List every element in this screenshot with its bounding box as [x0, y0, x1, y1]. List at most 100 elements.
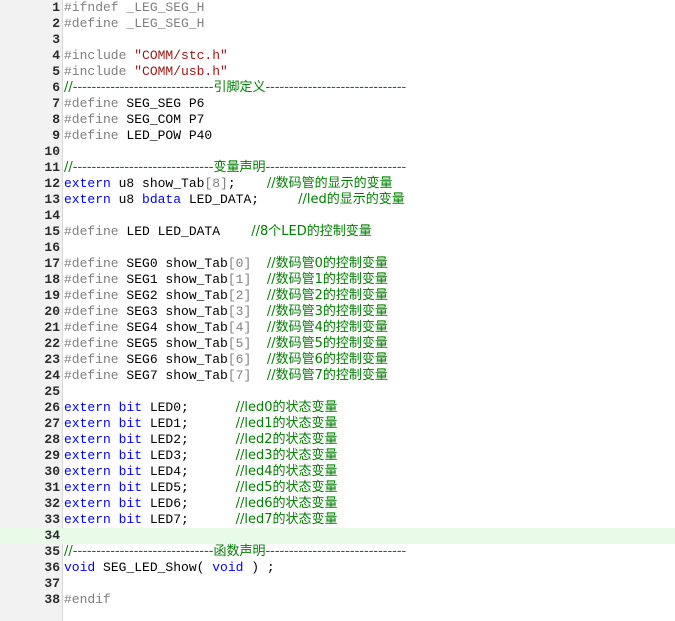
code-text[interactable]: #define SEG7 show_Tab[7] //数码管7的控制变量 [64, 368, 388, 384]
code-line[interactable]: 19 #define SEG2 show_Tab[2] //数码管2的控制变量 [0, 288, 675, 304]
code-line[interactable]: 9 #define LED_POW P40 [0, 128, 675, 144]
code-token: SEG_SEG P6 [126, 96, 205, 111]
code-line[interactable]: 13 extern u8 bdata LED_DATA; //led的显示的变量 [0, 192, 675, 208]
code-line[interactable]: 12 extern u8 show_Tab[8]; //数码管的显示的变量 [0, 176, 675, 192]
code-token: #define [64, 368, 127, 383]
code-text[interactable]: #define LED LED_DATA //8个LED的控制变量 [64, 224, 372, 240]
code-text[interactable]: extern bit LED5; //led5的状态变量 [64, 480, 338, 496]
code-token: //------------------------------引脚定义----… [64, 80, 407, 95]
code-line[interactable]: 27 extern bit LED1; //led1的状态变量 [0, 416, 675, 432]
code-text[interactable]: #define SEG1 show_Tab[1] //数码管1的控制变量 [64, 272, 388, 288]
code-token: [6] [227, 352, 252, 367]
code-text[interactable]: #define SEG5 show_Tab[5] //数码管5的控制变量 [64, 336, 388, 352]
code-token: //led2的状态变量 [235, 432, 338, 447]
code-text[interactable]: #define SEG6 show_Tab[6] //数码管6的控制变量 [64, 352, 388, 368]
code-text[interactable]: extern bit LED7; //led7的状态变量 [64, 512, 338, 528]
code-text[interactable]: #include "COMM/usb.h" [64, 64, 228, 80]
code-text[interactable]: extern bit LED6; //led6的状态变量 [64, 496, 338, 512]
code-line[interactable]: 24 #define SEG7 show_Tab[7] //数码管7的控制变量 [0, 368, 675, 384]
code-text[interactable]: #endif [64, 592, 111, 608]
code-line[interactable]: 8 #define SEG_COM P7 [0, 112, 675, 128]
code-token: SEG5 show_Tab [126, 336, 228, 351]
code-text[interactable]: extern u8 show_Tab[8]; //数码管的显示的变量 [64, 176, 393, 192]
code-token: bdata [142, 192, 182, 207]
code-line[interactable]: 31 extern bit LED5; //led5的状态变量 [0, 480, 675, 496]
code-line[interactable]: 6 //------------------------------引脚定义---… [0, 80, 675, 96]
code-token: //数码管1的控制变量 [266, 272, 388, 287]
code-text[interactable]: extern bit LED4; //led4的状态变量 [64, 464, 338, 480]
code-token: //数码管3的控制变量 [266, 304, 388, 319]
code-token: //------------------------------变量声明----… [64, 160, 407, 175]
code-line[interactable]: 38 #endif [0, 592, 675, 608]
code-text[interactable]: extern bit LED3; //led3的状态变量 [64, 448, 338, 464]
code-line[interactable]: 37 [0, 576, 675, 592]
code-line[interactable]: 28 extern bit LED2; //led2的状态变量 [0, 432, 675, 448]
code-editor[interactable]: 1 #ifndef _LEG_SEG_H 2 #define _LEG_SEG_H 3 4… [0, 0, 675, 621]
code-text[interactable]: #define SEG_COM P7 [64, 112, 204, 128]
code-token: //数码管5的控制变量 [266, 336, 388, 351]
code-token: extern [64, 496, 111, 511]
code-text[interactable]: #define SEG_SEG P6 [64, 96, 204, 112]
code-text[interactable]: //------------------------------引脚定义----… [64, 80, 406, 96]
code-text[interactable]: #define SEG2 show_Tab[2] //数码管2的控制变量 [64, 288, 388, 304]
code-line[interactable]: 17 #define SEG0 show_Tab[0] //数码管0的控制变量 [0, 256, 675, 272]
code-text[interactable]: //------------------------------函数声明----… [64, 544, 406, 560]
code-token: //8个LED的控制变量 [251, 224, 372, 239]
code-token: "COMM/usb.h" [134, 64, 228, 79]
code-text[interactable]: extern u8 bdata LED_DATA; //led的显示的变量 [64, 192, 405, 208]
code-token: #define [64, 352, 127, 367]
code-line[interactable]: 7 #define SEG_SEG P6 [0, 96, 675, 112]
code-token: [0] [227, 256, 252, 271]
code-line[interactable]: 25 [0, 384, 675, 400]
code-line[interactable]: 36 void SEG_LED_Show( void ) ; [0, 560, 675, 576]
code-line[interactable]: 16 [0, 240, 675, 256]
code-line[interactable]: 4 #include "COMM/stc.h" [0, 48, 675, 64]
code-line[interactable]: 21 #define SEG4 show_Tab[4] //数码管4的控制变量 [0, 320, 675, 336]
code-token: extern [64, 176, 111, 191]
code-line[interactable]: 14 [0, 208, 675, 224]
code-line[interactable]: 5 #include "COMM/usb.h" [0, 64, 675, 80]
code-token: #include [64, 48, 135, 63]
code-text[interactable]: #define SEG4 show_Tab[4] //数码管4的控制变量 [64, 320, 388, 336]
code-line[interactable]: 30 extern bit LED4; //led4的状态变量 [0, 464, 675, 480]
code-text[interactable]: extern bit LED0; //led0的状态变量 [64, 400, 338, 416]
code-line[interactable]: 2 #define _LEG_SEG_H [0, 16, 675, 32]
code-text[interactable]: void SEG_LED_Show( void ) ; [64, 560, 275, 576]
code-line[interactable]: 11 //------------------------------变量声明--… [0, 160, 675, 176]
code-text[interactable]: #include "COMM/stc.h" [64, 48, 228, 64]
code-token: ; [227, 176, 267, 191]
code-line[interactable]: 35 //------------------------------函数声明--… [0, 544, 675, 560]
code-line[interactable]: 34 [0, 528, 675, 544]
code-line[interactable]: 3 [0, 32, 675, 48]
code-line[interactable]: 10 [0, 144, 675, 160]
code-token: //led6的状态变量 [235, 496, 338, 511]
line-number: 15 [44, 224, 60, 239]
code-line[interactable]: 18 #define SEG1 show_Tab[1] //数码管1的控制变量 [0, 272, 675, 288]
code-text[interactable]: #define _LEG_SEG_H [64, 16, 204, 32]
code-line[interactable]: 29 extern bit LED3; //led3的状态变量 [0, 448, 675, 464]
code-text[interactable]: #define SEG3 show_Tab[3] //数码管3的控制变量 [64, 304, 388, 320]
line-number: 9 [52, 128, 60, 143]
code-line[interactable]: 15 #define LED LED_DATA //8个LED的控制变量 [0, 224, 675, 240]
code-line[interactable]: 23 #define SEG6 show_Tab[6] //数码管6的控制变量 [0, 352, 675, 368]
code-text[interactable]: #define SEG0 show_Tab[0] //数码管0的控制变量 [64, 256, 388, 272]
code-text[interactable]: extern bit LED2; //led2的状态变量 [64, 432, 338, 448]
code-text[interactable]: #ifndef _LEG_SEG_H [64, 0, 204, 16]
line-number: 38 [44, 592, 60, 607]
code-token: bit [118, 480, 143, 495]
code-token: SEG6 show_Tab [126, 352, 228, 367]
code-text[interactable]: #define LED_POW P40 [64, 128, 212, 144]
code-line[interactable]: 26 extern bit LED0; //led0的状态变量 [0, 400, 675, 416]
code-line[interactable]: 33 extern bit LED7; //led7的状态变量 [0, 512, 675, 528]
code-token: //led的显示的变量 [298, 192, 405, 207]
code-line[interactable]: 20 #define SEG3 show_Tab[3] //数码管3的控制变量 [0, 304, 675, 320]
code-text[interactable]: //------------------------------变量声明----… [64, 160, 406, 176]
code-text[interactable]: extern bit LED1; //led1的状态变量 [64, 416, 338, 432]
code-line[interactable]: 22 #define SEG5 show_Tab[5] //数码管5的控制变量 [0, 336, 675, 352]
code-line[interactable]: 1 #ifndef _LEG_SEG_H [0, 0, 675, 16]
code-line[interactable]: 32 extern bit LED6; //led6的状态变量 [0, 496, 675, 512]
